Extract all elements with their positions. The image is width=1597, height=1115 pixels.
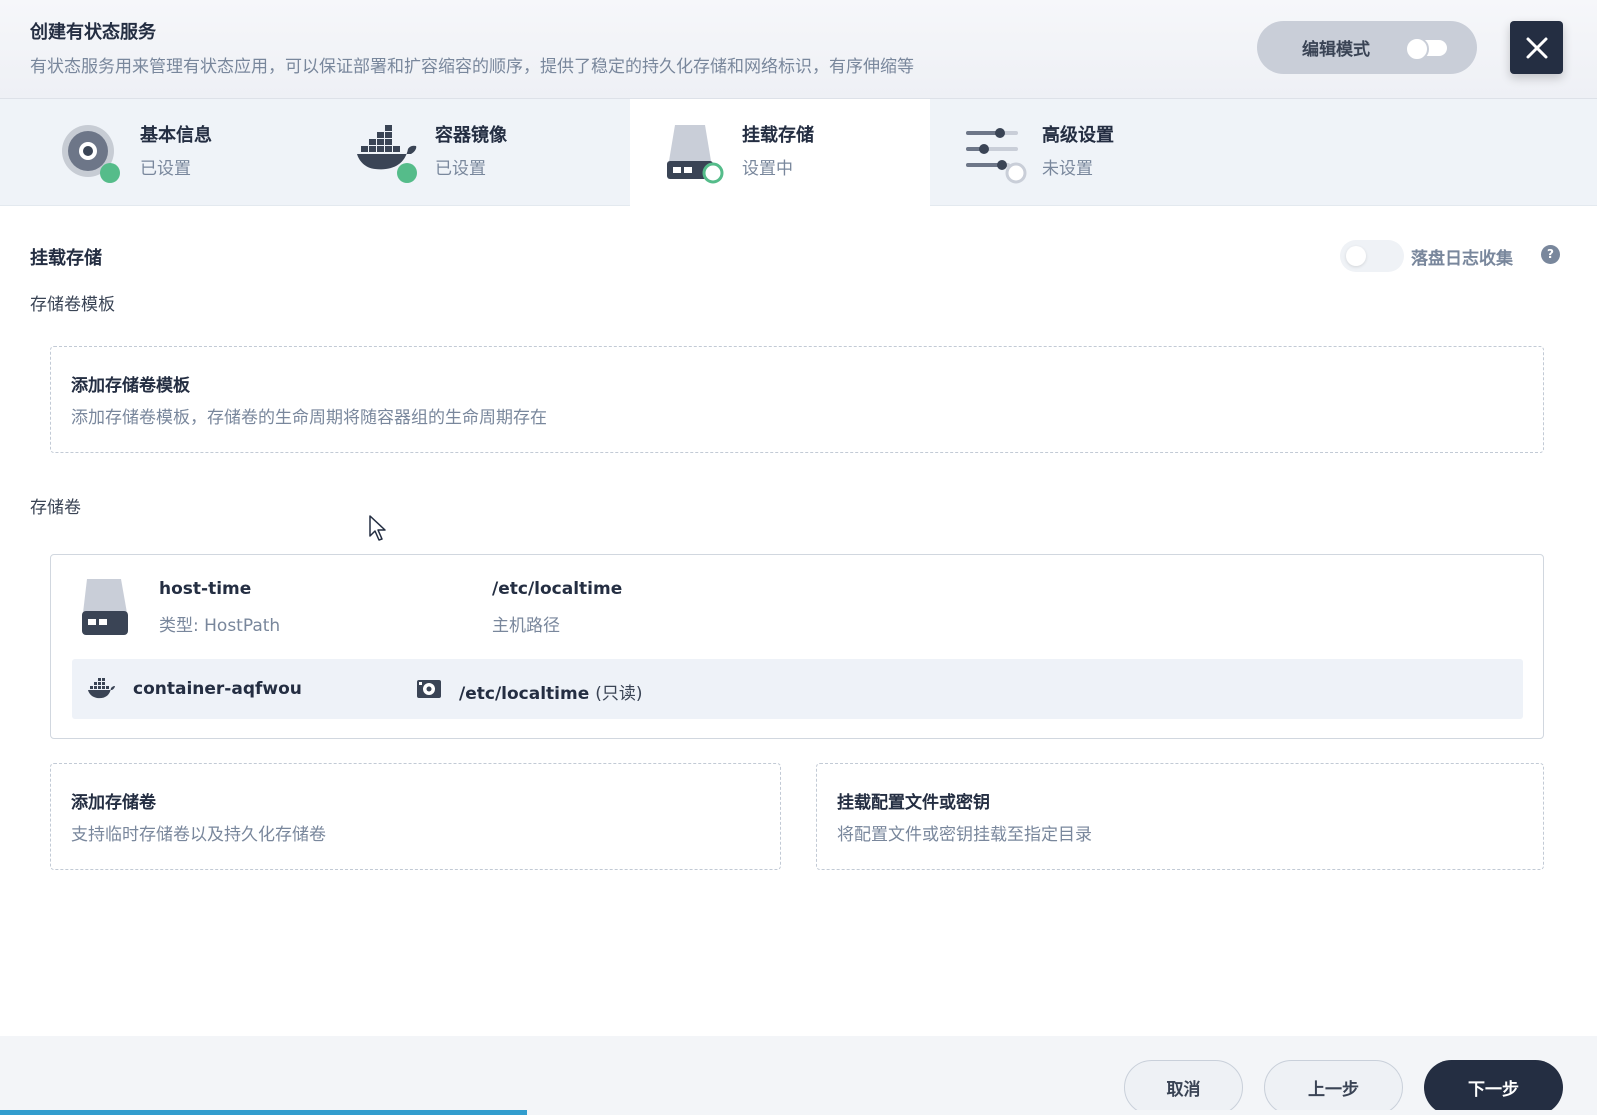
volume-host-path: /etc/localtime	[492, 579, 623, 599]
card-description: 将配置文件或密钥挂载至指定目录	[837, 825, 1092, 845]
volume-mount-row: container-aqfwou /etc/localtime (只读)	[72, 659, 1523, 719]
edit-mode-switch[interactable]	[1405, 37, 1447, 61]
volume-card[interactable]: host-time 类型: HostPath /etc/localtime 主机…	[50, 554, 1544, 739]
add-volume-template-card[interactable]: 添加存储卷模板 添加存储卷模板，存储卷的生命周期将随容器组的生命周期存在	[50, 346, 1544, 453]
step-status: 设置中	[742, 159, 793, 179]
basic-info-icon	[62, 125, 120, 183]
card-title: 添加存储卷	[71, 793, 156, 813]
step-status: 已设置	[140, 159, 191, 179]
step-title: 挂载存储	[742, 125, 814, 146]
in-progress-dot-icon	[702, 162, 724, 184]
step-title: 高级设置	[1042, 125, 1114, 146]
step-advanced-settings[interactable]: 高级设置 未设置	[930, 99, 1230, 206]
docker-icon	[88, 678, 115, 699]
card-description: 支持临时存储卷以及持久化存储卷	[71, 825, 326, 845]
disk-mount-icon	[417, 680, 441, 698]
cancel-button[interactable]: 取消	[1124, 1060, 1243, 1115]
volume-type: 类型: HostPath	[159, 616, 281, 636]
card-title: 挂载配置文件或密钥	[837, 793, 990, 813]
section-title: 挂载存储	[30, 248, 102, 269]
close-icon	[1526, 37, 1547, 58]
modal-header: 创建有状态服务 有状态服务用来管理有状态应用，可以保证部署和扩容缩容的顺序，提供…	[0, 0, 1597, 99]
close-button[interactable]	[1510, 21, 1563, 74]
step-container-image[interactable]: 容器镜像 已设置	[295, 99, 595, 206]
sliders-icon	[966, 128, 1027, 184]
done-dot-icon	[397, 163, 417, 183]
storage-disk-icon	[82, 579, 128, 635]
progress-bar	[0, 1110, 1597, 1115]
mouse-cursor-icon	[369, 515, 386, 541]
docker-icon	[357, 125, 417, 183]
edit-mode-label: 编辑模式	[1302, 40, 1370, 60]
log-collection-label: 落盘日志收集	[1411, 249, 1513, 269]
card-description: 添加存储卷模板，存储卷的生命周期将随容器组的生命周期存在	[71, 408, 547, 428]
step-mount-storage[interactable]: 挂载存储 设置中	[630, 99, 930, 207]
step-title: 基本信息	[140, 125, 212, 146]
mount-container-name: container-aqfwou	[133, 679, 302, 699]
step-status: 未设置	[1042, 159, 1093, 179]
step-title: 容器镜像	[435, 125, 507, 146]
steps-bar: 基本信息 已设置 容器镜像 已设置 挂载存储 设置中 高级设置 未设置	[0, 99, 1597, 207]
mount-path: /etc/localtime (只读)	[459, 679, 643, 704]
content-area: 挂载存储 落盘日志收集 ? 存储卷模板 添加存储卷模板 添加存储卷模板，存储卷的…	[0, 206, 1597, 1036]
volumes-label: 存储卷	[30, 498, 81, 518]
done-dot-icon	[100, 163, 120, 183]
volume-path-label: 主机路径	[492, 616, 560, 636]
card-title: 添加存储卷模板	[71, 376, 190, 396]
modal-description: 有状态服务用来管理有状态应用，可以保证部署和扩容缩容的顺序，提供了稳定的持久化存…	[30, 57, 914, 77]
add-volume-card[interactable]: 添加存储卷 支持临时存储卷以及持久化存储卷	[50, 763, 781, 870]
next-step-button[interactable]: 下一步	[1424, 1060, 1563, 1115]
mount-config-secret-card[interactable]: 挂载配置文件或密钥 将配置文件或密钥挂载至指定目录	[816, 763, 1544, 870]
volume-template-label: 存储卷模板	[30, 295, 115, 315]
progress-bar-fill	[0, 1110, 527, 1115]
modal-title: 创建有状态服务	[30, 22, 156, 43]
prev-step-button[interactable]: 上一步	[1264, 1060, 1403, 1115]
step-basic-info[interactable]: 基本信息 已设置	[0, 99, 300, 206]
edit-mode-toggle[interactable]: 编辑模式	[1257, 21, 1477, 74]
pending-dot-icon	[1005, 162, 1027, 184]
mount-path-text: /etc/localtime	[459, 684, 590, 704]
log-collection-toggle[interactable]	[1340, 240, 1404, 272]
storage-disk-icon	[667, 125, 724, 184]
mount-mode: (只读)	[595, 684, 643, 704]
help-icon[interactable]: ?	[1541, 245, 1560, 264]
volume-name: host-time	[159, 579, 252, 599]
step-status: 已设置	[435, 159, 486, 179]
modal-footer: 取消 上一步 下一步	[0, 1036, 1597, 1115]
